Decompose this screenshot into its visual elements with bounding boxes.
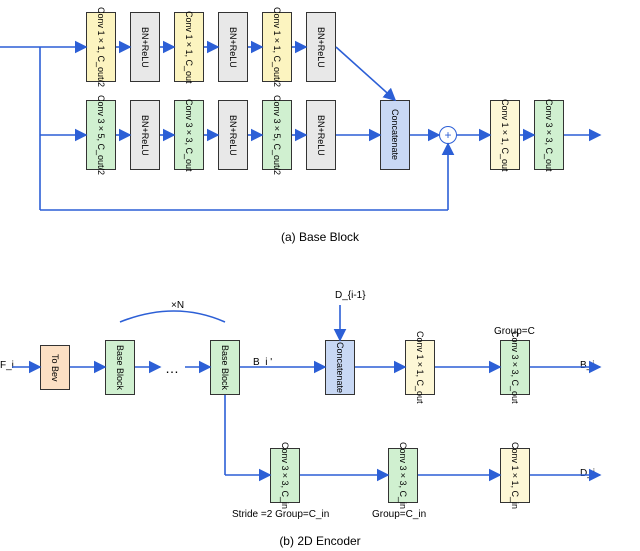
conv3x3-b-bot2: Conv 3×3, C_in bbox=[388, 448, 418, 503]
label: Concatenate bbox=[335, 342, 345, 393]
Bi-out: B_i bbox=[580, 360, 594, 371]
conv1x1-a-t1: Conv 1×1, C_out/2 bbox=[86, 12, 116, 82]
base-block-n: Base Block bbox=[210, 340, 240, 395]
label: Conv 3×5, C_out/2 bbox=[272, 95, 282, 175]
label: BN+ReLU bbox=[316, 115, 326, 156]
label: Conv 1×1, C_out bbox=[500, 99, 510, 172]
ellipsis: … bbox=[165, 360, 179, 376]
conv3x5-a-b1: Conv 3×5, C_out/2 bbox=[86, 100, 116, 170]
concat-a: Concatenate bbox=[380, 100, 410, 170]
label: BN+ReLU bbox=[228, 27, 238, 68]
caption-b: (b) 2D Encoder bbox=[0, 534, 640, 548]
label: Conv 3×3, C_out bbox=[510, 331, 520, 404]
label: Conv 3×3, C_in bbox=[398, 442, 408, 509]
bnrelu-a-t1: BN+ReLU bbox=[130, 12, 160, 82]
bnrelu-a-t3: BN+ReLU bbox=[306, 12, 336, 82]
label: BN+ReLU bbox=[140, 27, 150, 68]
label: To Bev bbox=[50, 354, 60, 382]
label: BN+ReLU bbox=[140, 115, 150, 156]
label: Base Block bbox=[115, 345, 125, 390]
caption-a: (a) Base Block bbox=[0, 230, 640, 244]
label: Conv 1×1, C_out bbox=[415, 331, 425, 404]
label: BN+ReLU bbox=[228, 115, 238, 156]
to-bev: To Bev bbox=[40, 345, 70, 390]
label: Conv 3×3, C_out bbox=[544, 99, 554, 172]
label: Conv 3×3, C_in bbox=[280, 442, 290, 509]
input-Fi: F_i bbox=[0, 360, 14, 371]
concat-b: Concatenate bbox=[325, 340, 355, 395]
group-c: Group=C bbox=[494, 326, 535, 337]
conv3x3-a-tail: Conv 3×3, C_out bbox=[534, 100, 564, 170]
label: Concatenate bbox=[390, 109, 400, 160]
bnrelu-a-b1: BN+ReLU bbox=[130, 100, 160, 170]
conv1x1-a-t3: Conv 1×1, C_out/2 bbox=[262, 12, 292, 82]
conv3x3-b-bot1: Conv 3×3, C_in bbox=[270, 448, 300, 503]
conv3x5-a-b3: Conv 3×5, C_out/2 bbox=[262, 100, 292, 170]
stride2-label: Stride =2 Group=C_in bbox=[232, 509, 329, 520]
bnrelu-a-b2: BN+ReLU bbox=[218, 100, 248, 170]
base-block-1: Base Block bbox=[105, 340, 135, 395]
conv1x1-b-top: Conv 1×1, C_out bbox=[405, 340, 435, 395]
conv3x3-a-b2: Conv 3×3, C_out bbox=[174, 100, 204, 170]
plus-icon: + bbox=[444, 128, 451, 142]
group-cin-label: Group=C_in bbox=[372, 509, 426, 520]
conv1x1-a-t2: Conv 1×1, C_out bbox=[174, 12, 204, 82]
label: Conv 3×3, C_out bbox=[184, 99, 194, 172]
b-prime: B_i ' bbox=[253, 357, 272, 368]
add-op: + bbox=[439, 126, 457, 144]
times-n: ×N bbox=[171, 300, 184, 311]
conv1x1-a-tail: Conv 1×1, C_out bbox=[490, 100, 520, 170]
label: Base Block bbox=[220, 345, 230, 390]
label: Conv 3×5, C_out/2 bbox=[96, 95, 106, 175]
bnrelu-a-t2: BN+ReLU bbox=[218, 12, 248, 82]
Di-out: D_i bbox=[580, 468, 595, 479]
label: Conv 1×1, C_out/2 bbox=[272, 7, 282, 87]
conv1x1-b-bot: Conv 1×1, C_in bbox=[500, 448, 530, 503]
label: Conv 1×1, C_out/2 bbox=[96, 7, 106, 87]
label: BN+ReLU bbox=[316, 27, 326, 68]
label: Conv 1×1, C_out bbox=[184, 11, 194, 84]
conv3x3-b-top: Conv 3×3, C_out bbox=[500, 340, 530, 395]
d-in-label: D_{i-1} bbox=[335, 290, 366, 301]
bnrelu-a-b3: BN+ReLU bbox=[306, 100, 336, 170]
label: Conv 1×1, C_in bbox=[510, 442, 520, 509]
